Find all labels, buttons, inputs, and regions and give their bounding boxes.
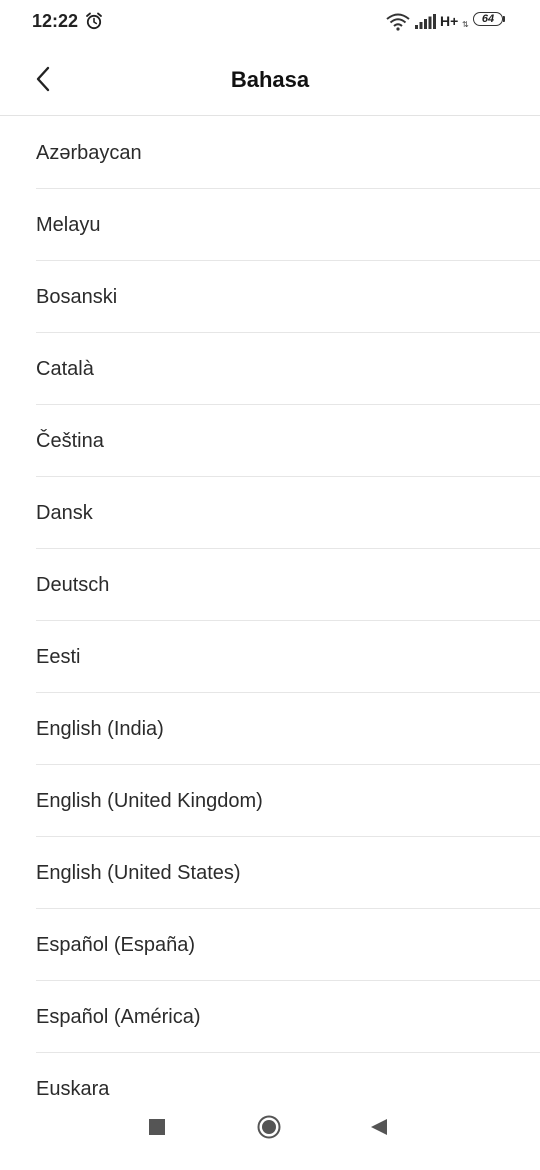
language-item[interactable]: Melayu [36, 189, 540, 261]
language-label: Español (América) [36, 1006, 201, 1028]
language-label: Azərbaycan [36, 142, 142, 164]
back-triangle-icon[interactable] [370, 1118, 388, 1136]
language-list: Azərbaycan Melayu Bosanski Català Češtin… [0, 117, 540, 1125]
language-item[interactable]: Eesti [36, 621, 540, 693]
language-label: English (United States) [36, 862, 241, 884]
alarm-icon [86, 12, 102, 30]
app-header: Bahasa [0, 44, 540, 116]
language-label: Dansk [36, 502, 93, 524]
language-settings-screen: 12:22 H+ ⇅ 64 Bahasa Azərbaycan Melayu B… [0, 0, 540, 1170]
language-item[interactable]: Azərbaycan [36, 117, 540, 189]
data-activity-icon: ⇅ [462, 20, 469, 29]
language-label: Melayu [36, 214, 101, 236]
network-type-label: H+ [440, 13, 459, 29]
page-title: Bahasa [230, 67, 310, 92]
language-item[interactable]: Español (América) [36, 981, 540, 1053]
language-label: English (India) [36, 718, 164, 740]
language-label: English (United Kingdom) [36, 790, 263, 812]
language-item[interactable]: Español (España) [36, 909, 540, 981]
battery-level: 64 [473, 12, 503, 26]
language-item[interactable]: English (India) [36, 693, 540, 765]
language-item[interactable]: Bosanski [36, 261, 540, 333]
language-label: Čeština [36, 430, 104, 452]
status-time: 12:22 [32, 11, 79, 31]
language-label: Español (España) [36, 934, 195, 956]
language-item[interactable]: Deutsch [36, 549, 540, 621]
wifi-icon [386, 13, 410, 31]
language-item[interactable]: English (United States) [36, 837, 540, 909]
language-label: Bosanski [36, 286, 118, 308]
status-bar: 12:22 H+ ⇅ 64 [0, 0, 540, 44]
signal-icon [415, 14, 436, 29]
home-circle-icon[interactable] [257, 1115, 281, 1139]
recents-square-icon[interactable] [149, 1119, 165, 1135]
language-item[interactable]: Dansk [36, 477, 540, 549]
system-nav-bar [0, 1110, 540, 1170]
language-item[interactable]: Čeština [36, 405, 540, 477]
language-item[interactable]: Català [36, 333, 540, 405]
language-item[interactable]: English (United Kingdom) [36, 765, 540, 837]
battery-tip [503, 16, 505, 22]
battery-icon: 64 [473, 12, 505, 28]
language-label: Eesti [36, 646, 81, 668]
language-label: Euskara [36, 1078, 110, 1100]
language-label: Català [36, 358, 94, 380]
language-label: Deutsch [36, 574, 110, 596]
